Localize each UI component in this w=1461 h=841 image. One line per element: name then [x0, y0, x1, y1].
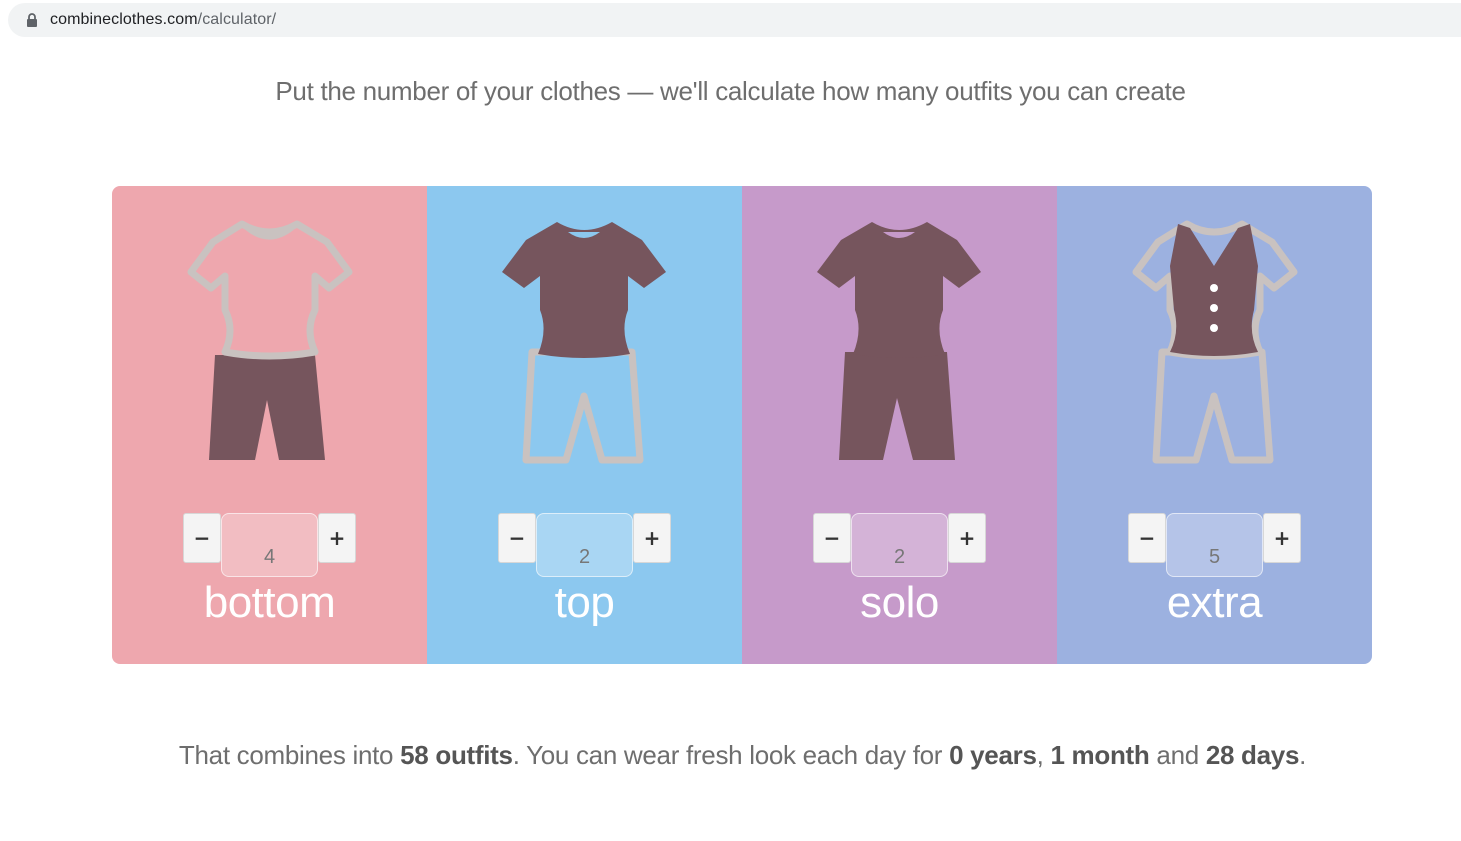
result-and: and [1149, 740, 1206, 770]
url-text[interactable]: combineclothes.com/calculator/ [50, 11, 276, 29]
page-headline: Put the number of your clothes — we'll c… [275, 76, 1186, 106]
extra-count-input[interactable] [1166, 513, 1263, 577]
result-years: 0 years [949, 740, 1037, 770]
result-days: 28 days [1205, 740, 1300, 770]
result-outfits: 58 outfits [400, 740, 513, 770]
solo-count-input[interactable] [851, 513, 948, 577]
top-label: top [554, 578, 615, 627]
bottom-outfit-icon [187, 220, 353, 460]
extra-increment-button[interactable]: + [1263, 513, 1301, 563]
top-increment-button[interactable]: + [633, 513, 671, 563]
bottom-increment-button[interactable]: + [318, 513, 356, 563]
top-count-input[interactable] [536, 513, 633, 577]
bottom-decrement-button[interactable]: − [183, 513, 221, 563]
result-months: 1 month [1050, 740, 1150, 770]
result-suffix: . [1299, 740, 1307, 770]
column-extra: − + extra [1057, 186, 1372, 664]
result-prefix: That combines into [178, 740, 401, 770]
solo-decrement-button[interactable]: − [813, 513, 851, 563]
address-bar[interactable]: combineclothes.com/calculator/ [8, 3, 1461, 37]
extra-decrement-button[interactable]: − [1128, 513, 1166, 563]
column-top: − + top [427, 186, 742, 664]
solo-increment-button[interactable]: + [948, 513, 986, 563]
solo-outfit-icon [817, 222, 981, 460]
result-middle: . You can wear fresh look each day for [512, 740, 950, 770]
result-text: That combines into 58 outfits. You can w… [0, 740, 1461, 771]
top-decrement-button[interactable]: − [498, 513, 536, 563]
top-outfit-icon [502, 222, 666, 464]
column-bottom: − + bottom [112, 186, 427, 664]
solo-stepper: − + [813, 513, 986, 577]
url-domain: combineclothes.com [50, 11, 198, 28]
extra-stepper: − + [1128, 513, 1301, 577]
bottom-count-input[interactable] [221, 513, 318, 577]
solo-label: solo [860, 578, 939, 627]
extra-label: extra [1166, 578, 1263, 627]
extra-outfit-icon [1132, 220, 1298, 464]
top-stepper: − + [498, 513, 671, 577]
result-sep: , [1036, 740, 1051, 770]
column-solo: − + solo [742, 186, 1057, 664]
lock-icon [27, 13, 37, 27]
bottom-label: bottom [203, 578, 336, 627]
bottom-stepper: − + [183, 513, 356, 577]
calculator-panel: − + bottom − + top − [112, 186, 1372, 664]
url-path: /calculator/ [197, 11, 277, 28]
